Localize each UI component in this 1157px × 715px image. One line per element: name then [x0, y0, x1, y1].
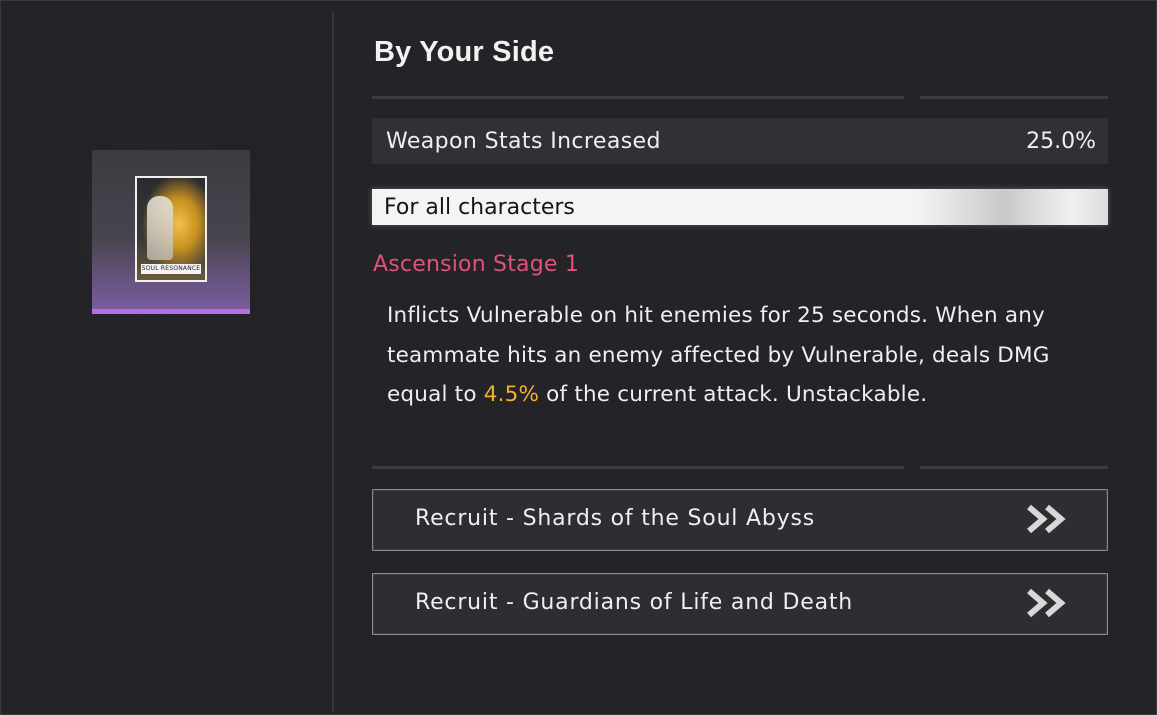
card-caption: SOUL RESONANCE	[141, 264, 201, 274]
scope-banner: For all characters	[372, 189, 1108, 225]
stat-row: Weapon Stats Increased 25.0%	[372, 118, 1108, 164]
scope-text: For all characters	[384, 195, 575, 220]
recruit-button-soul-abyss[interactable]: Recruit - Shards of the Soul Abyss	[372, 489, 1108, 551]
recruit-button-life-and-death[interactable]: Recruit - Guardians of Life and Death	[372, 573, 1108, 635]
description-highlight-value: 4.5%	[483, 382, 540, 407]
ascension-description: Inflicts Vulnerable on hit enemies for 2…	[387, 296, 1117, 415]
double-chevron-right-icon	[1027, 588, 1066, 618]
divider-top-right	[920, 96, 1108, 99]
ascension-stage-label: Ascension Stage 1	[373, 252, 580, 277]
recruit-button-label: Recruit - Shards of the Soul Abyss	[415, 506, 815, 531]
item-preview-panel: SOUL RESONANCE	[2, 12, 334, 712]
double-chevron-right-icon	[1027, 504, 1066, 534]
stat-value: 25.0%	[1026, 129, 1096, 154]
divider-bottom-right	[920, 466, 1108, 469]
recruit-button-label: Recruit - Guardians of Life and Death	[415, 590, 854, 615]
description-text-part2: of the current attack. Unstackable.	[539, 382, 928, 407]
divider-bottom-left	[372, 466, 904, 469]
item-title: By Your Side	[374, 36, 555, 68]
divider-top-left	[372, 96, 904, 99]
card-art-figure	[147, 196, 173, 260]
stat-label: Weapon Stats Increased	[386, 129, 661, 154]
item-info-panel: By Your Side Weapon Stats Increased 25.0…	[336, 12, 1148, 712]
item-card-slot[interactable]: SOUL RESONANCE	[92, 150, 250, 314]
item-card-art: SOUL RESONANCE	[135, 176, 207, 282]
